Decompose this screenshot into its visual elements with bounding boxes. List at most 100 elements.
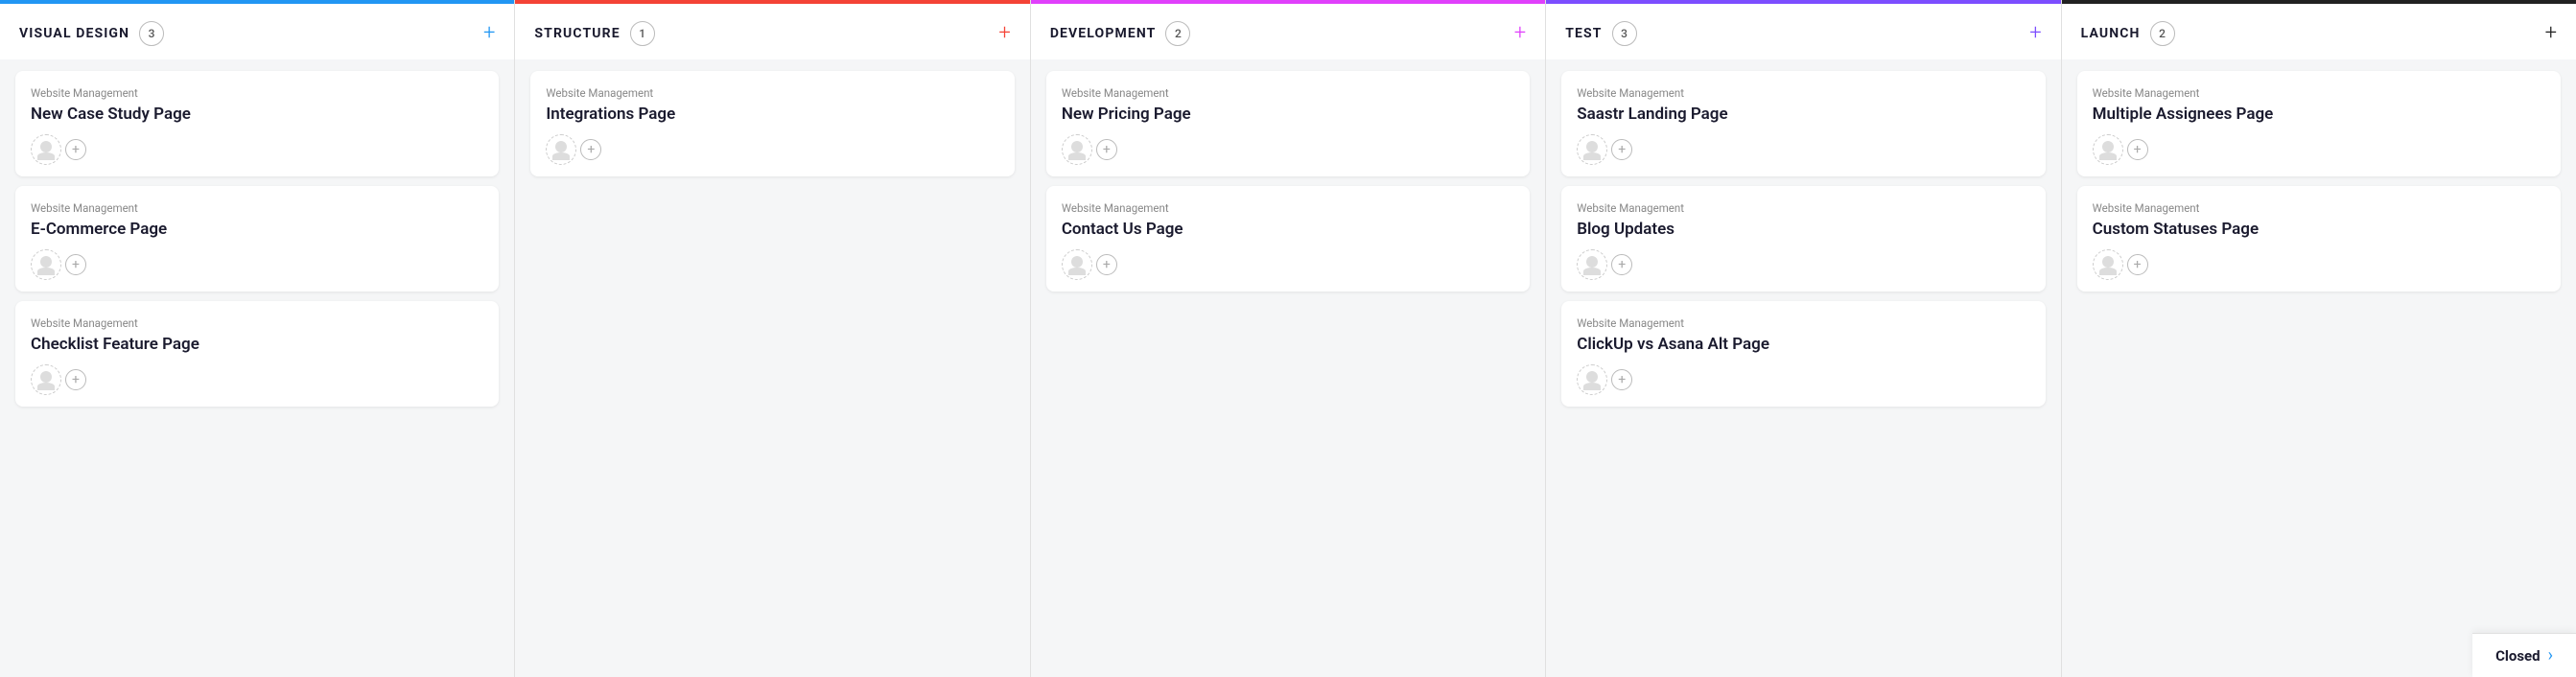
- column-development: DEVELOPMENT 2 + Website Management New Prici…: [1031, 0, 1546, 677]
- column-count-launch: 2: [2150, 21, 2175, 46]
- avatar: [1577, 364, 1607, 395]
- card-title: Saastr Landing Page: [1577, 104, 2029, 125]
- add-assignee-button[interactable]: +: [2127, 139, 2148, 160]
- card[interactable]: Website Management ClickUp vs Asana Alt P…: [1561, 301, 2045, 407]
- column-add-button-test[interactable]: +: [2029, 23, 2041, 44]
- card-project-label: Website Management: [1577, 316, 2029, 330]
- card-project-label: Website Management: [1577, 201, 2029, 215]
- add-assignee-button[interactable]: +: [1611, 254, 1632, 275]
- column-visual-design: VISUAL DESIGN 3 + Website Management New Cas…: [0, 0, 515, 677]
- card-avatars: +: [2093, 134, 2545, 165]
- closed-label: Closed: [2495, 647, 2541, 665]
- column-body-launch: Website Management Multiple Assignees Pag…: [2062, 59, 2576, 677]
- add-assignee-button[interactable]: +: [2127, 254, 2148, 275]
- closed-arrow-icon: ›: [2548, 645, 2553, 665]
- card-title: E-Commerce Page: [31, 219, 483, 240]
- card-project-label: Website Management: [1577, 86, 2029, 100]
- card-avatars: +: [1062, 249, 1514, 280]
- card-project-label: Website Management: [1062, 86, 1514, 100]
- column-add-button-visual-design[interactable]: +: [483, 23, 495, 44]
- column-add-button-launch[interactable]: +: [2545, 23, 2557, 44]
- column-count-development: 2: [1165, 21, 1190, 46]
- card-title: Contact Us Page: [1062, 219, 1514, 240]
- card-avatars: +: [1577, 134, 2029, 165]
- avatar: [1062, 134, 1092, 165]
- card-title: Integrations Page: [546, 104, 998, 125]
- avatar: [546, 134, 576, 165]
- card-project-label: Website Management: [31, 86, 483, 100]
- card-avatars: +: [31, 134, 483, 165]
- column-title-visual-design: VISUAL DESIGN: [19, 26, 129, 41]
- add-assignee-button[interactable]: +: [65, 369, 86, 390]
- card[interactable]: Website Management Contact Us Page +: [1046, 186, 1530, 292]
- card-avatars: +: [2093, 249, 2545, 280]
- card-title: New Case Study Page: [31, 104, 483, 125]
- card-avatars: +: [546, 134, 998, 165]
- add-assignee-button[interactable]: +: [65, 139, 86, 160]
- card[interactable]: Website Management E-Commerce Page +: [15, 186, 499, 292]
- column-test: TEST 3 + Website Management Saastr Landing P…: [1546, 0, 2061, 677]
- column-count-test: 3: [1612, 21, 1637, 46]
- card-avatars: +: [31, 364, 483, 395]
- card-project-label: Website Management: [31, 316, 483, 330]
- column-body-test: Website ManagementSaastr Landing Page+We…: [1546, 59, 2060, 677]
- column-add-button-development[interactable]: +: [1514, 23, 1526, 44]
- add-assignee-button[interactable]: +: [1611, 369, 1632, 390]
- card[interactable]: Website Management Custom Statuses Page +: [2077, 186, 2561, 292]
- avatar: [31, 249, 61, 280]
- card[interactable]: Website Management New Pricing Page +: [1046, 71, 1530, 176]
- card-title: Blog Updates: [1577, 219, 2029, 240]
- add-assignee-button[interactable]: +: [1096, 139, 1117, 160]
- card-project-label: Website Management: [1062, 201, 1514, 215]
- card-avatars: +: [31, 249, 483, 280]
- column-title-launch: LAUNCH: [2081, 26, 2141, 41]
- column-launch: LAUNCH 2 + Website Management Multiple Assig…: [2062, 0, 2576, 677]
- avatar: [1577, 249, 1607, 280]
- card-title: Custom Statuses Page: [2093, 219, 2545, 240]
- card-project-label: Website Management: [2093, 86, 2545, 100]
- column-body-visual-design: Website ManagementNew Case Study Page+We…: [0, 59, 514, 677]
- closed-bar[interactable]: Closed ›: [2472, 633, 2576, 677]
- column-header-development: DEVELOPMENT 2 +: [1031, 0, 1545, 59]
- card[interactable]: Website Management Checklist Feature Page…: [15, 301, 499, 407]
- card[interactable]: Website Management New Case Study Page +: [15, 71, 499, 176]
- avatar: [2093, 134, 2123, 165]
- card-project-label: Website Management: [2093, 201, 2545, 215]
- card-project-label: Website Management: [31, 201, 483, 215]
- add-assignee-button[interactable]: +: [1096, 254, 1117, 275]
- avatar: [31, 364, 61, 395]
- column-header-visual-design: VISUAL DESIGN 3 +: [0, 0, 514, 59]
- kanban-board: VISUAL DESIGN 3 + Website Management New Cas…: [0, 0, 2576, 677]
- card-title: Multiple Assignees Page: [2093, 104, 2545, 125]
- card[interactable]: Website Management Multiple Assignees Pag…: [2077, 71, 2561, 176]
- card[interactable]: Website Management Blog Updates +: [1561, 186, 2045, 292]
- card-title: New Pricing Page: [1062, 104, 1514, 125]
- card-avatars: +: [1577, 364, 2029, 395]
- column-title-structure: STRUCTURE: [534, 26, 620, 41]
- column-title-development: DEVELOPMENT: [1050, 26, 1157, 41]
- column-body-structure: Website Management Integrations Page +: [515, 59, 1029, 677]
- avatar: [2093, 249, 2123, 280]
- column-add-button-structure[interactable]: +: [998, 23, 1010, 44]
- column-header-test: TEST 3 +: [1546, 0, 2060, 59]
- column-title-test: TEST: [1565, 26, 1602, 41]
- card[interactable]: Website Management Saastr Landing Page +: [1561, 71, 2045, 176]
- avatar: [1577, 134, 1607, 165]
- column-body-development: Website ManagementNew Pricing Page+Websi…: [1031, 59, 1545, 677]
- avatar: [31, 134, 61, 165]
- card[interactable]: Website Management Integrations Page +: [530, 71, 1014, 176]
- column-header-structure: STRUCTURE 1 +: [515, 0, 1029, 59]
- card-title: ClickUp vs Asana Alt Page: [1577, 334, 2029, 355]
- add-assignee-button[interactable]: +: [65, 254, 86, 275]
- column-structure: STRUCTURE 1 + Website Management Integration…: [515, 0, 1030, 677]
- column-count-structure: 1: [630, 21, 655, 46]
- card-project-label: Website Management: [546, 86, 998, 100]
- card-title: Checklist Feature Page: [31, 334, 483, 355]
- add-assignee-button[interactable]: +: [580, 139, 601, 160]
- card-avatars: +: [1062, 134, 1514, 165]
- column-header-launch: LAUNCH 2 +: [2062, 0, 2576, 59]
- column-count-visual-design: 3: [139, 21, 164, 46]
- add-assignee-button[interactable]: +: [1611, 139, 1632, 160]
- card-avatars: +: [1577, 249, 2029, 280]
- avatar: [1062, 249, 1092, 280]
